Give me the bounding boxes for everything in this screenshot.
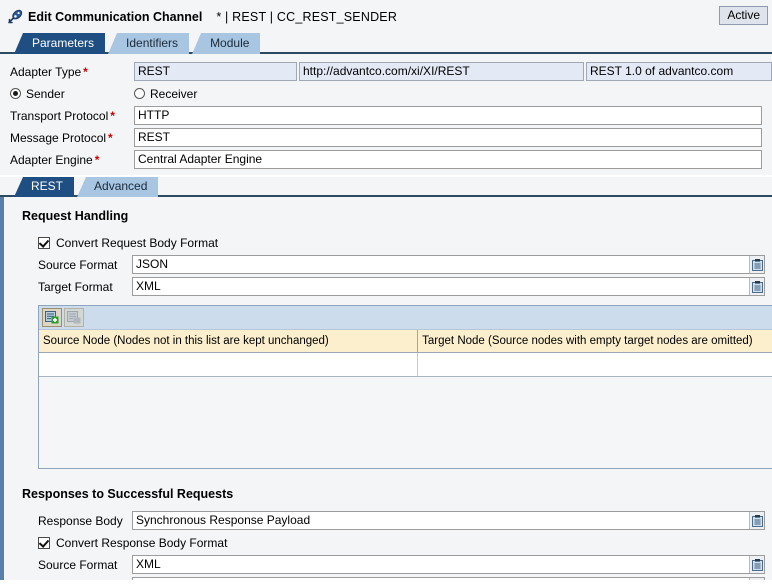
radio-receiver[interactable]: Receiver [134,87,197,101]
cell-target-node[interactable] [418,353,772,377]
adapter-engine-label: Adapter Engine* [10,153,134,167]
add-row-glyph [45,311,59,324]
adapter-engine-row: Adapter Engine* Central Adapter Engine [10,149,772,170]
response-source-format-row: Source Format XML [22,554,772,575]
convert-request-body-label: Convert Request Body Format [56,236,218,250]
node-table-toolbar [39,306,772,330]
channel-breadcrumb: * | REST | CC_REST_SENDER [216,10,397,24]
message-protocol-row: Message Protocol* REST [10,127,772,148]
radio-sender-icon[interactable] [10,88,21,99]
list-glyph-icon [752,515,763,527]
request-target-format-fieldbox: XML [132,277,765,296]
request-source-format-fieldbox: JSON [132,255,765,274]
node-mapping-grid: Source Node (Nodes not in this list are … [39,330,772,377]
radio-receiver-label: Receiver [150,87,197,101]
tab-advanced[interactable]: Advanced [77,177,158,197]
request-source-format-input[interactable]: JSON [132,255,765,274]
convert-request-body-row[interactable]: Convert Request Body Format [22,232,772,253]
value-help-icon[interactable] [749,256,764,273]
request-target-format-row: Target Format XML [22,276,772,297]
window-title-bar: Edit Communication Channel * | REST | CC… [0,0,772,33]
value-help-icon[interactable] [749,278,764,295]
tab-identifiers[interactable]: Identifiers [108,33,189,54]
list-glyph-icon [752,281,763,293]
adapter-namespace-field: http://advantco.com/xi/XI/REST [299,62,584,81]
response-body-label: Response Body [38,514,132,528]
status-badge-active[interactable]: Active [719,6,768,25]
plug-icon [6,8,24,26]
response-source-format-fieldbox: XML [132,555,765,574]
radio-sender[interactable]: Sender [10,87,134,101]
convert-request-body-checkbox[interactable] [38,237,50,249]
response-target-format-label: Target Format [38,580,132,581]
list-glyph-icon [752,259,763,271]
required-marker: * [95,153,100,167]
request-source-format-label: Source Format [38,258,132,272]
page-title: Edit Communication Channel [28,10,202,24]
response-target-format-fieldbox: JSON [132,577,765,580]
table-row[interactable] [39,353,772,377]
adapter-type-field[interactable]: REST [134,62,297,81]
adapter-version-field: REST 1.0 of advantco.com [586,62,772,81]
value-help-icon[interactable] [749,578,764,580]
response-body-input[interactable]: Synchronous Response Payload [132,511,765,530]
main-tabstrip: Parameters Identifiers Module [0,33,772,54]
convert-response-body-label: Convert Response Body Format [56,536,227,550]
delete-row-glyph [67,311,81,324]
section-spacer [22,469,772,485]
response-source-format-label: Source Format [38,558,132,572]
response-source-format-input[interactable]: XML [132,555,765,574]
adapter-tabstrip: REST Advanced [0,177,772,197]
column-target-node[interactable]: Target Node (Source nodes with empty tar… [418,330,772,353]
convert-response-body-row[interactable]: Convert Response Body Format [22,532,772,553]
transport-protocol-field[interactable]: HTTP [134,106,762,125]
radio-receiver-icon[interactable] [134,88,145,99]
required-marker: * [108,131,113,145]
request-source-format-row: Source Format JSON [22,254,772,275]
response-body-row: Response Body Synchronous Response Paylo… [22,510,772,531]
convert-response-body-checkbox[interactable] [38,537,50,549]
tab-module[interactable]: Module [192,33,260,54]
response-target-format-input[interactable]: JSON [132,577,765,580]
adapter-type-row: Adapter Type* REST http://advantco.com/x… [10,61,772,82]
required-marker: * [110,109,115,123]
request-target-format-input[interactable]: XML [132,277,765,296]
responses-heading: Responses to Successful Requests [22,487,772,501]
table-empty-area [39,377,772,468]
cell-source-node[interactable] [39,353,418,377]
adapter-engine-field[interactable]: Central Adapter Engine [134,150,762,169]
adapter-type-label: Adapter Type* [10,65,134,79]
add-row-icon[interactable] [42,308,62,327]
direction-row: Sender Receiver [10,83,772,104]
channel-header-form: Adapter Type* REST http://advantco.com/x… [0,54,772,175]
table-header-row: Source Node (Nodes not in this list are … [39,330,772,353]
column-source-node[interactable]: Source Node (Nodes not in this list are … [39,330,418,353]
value-help-icon[interactable] [749,556,764,573]
value-help-icon[interactable] [749,512,764,529]
rest-tab-panel: Request Handling Convert Request Body Fo… [0,197,772,580]
tab-rest[interactable]: REST [14,177,74,197]
message-protocol-field[interactable]: REST [134,128,762,147]
request-handling-heading: Request Handling [22,209,772,223]
transport-protocol-label: Transport Protocol* [10,109,134,123]
response-body-fieldbox: Synchronous Response Payload [132,511,765,530]
list-glyph-icon [752,559,763,571]
node-mapping-table: Source Node (Nodes not in this list are … [38,305,772,469]
required-marker: * [83,65,88,79]
delete-row-icon[interactable] [64,308,84,327]
request-target-format-label: Target Format [38,280,132,294]
message-protocol-label: Message Protocol* [10,131,134,145]
radio-sender-label: Sender [26,87,65,101]
response-target-format-row: Target Format JSON [22,576,772,580]
tab-parameters[interactable]: Parameters [14,33,105,54]
transport-protocol-row: Transport Protocol* HTTP [10,105,772,126]
